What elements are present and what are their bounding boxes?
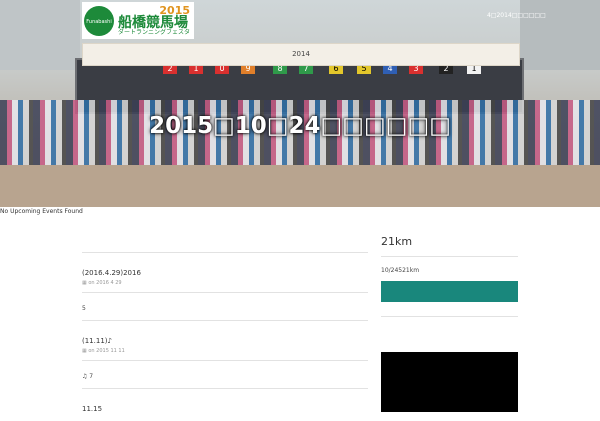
list-item: (11.11)♪ ▦ on 2015 11 11 ♫ 7 xyxy=(82,320,368,388)
post-date: on 2016 4 29 xyxy=(88,280,122,286)
widget-action-button[interactable] xyxy=(381,281,518,302)
site-logo[interactable]: Funabashi Race 2015 船橋競馬場 ダートランニングフェスタ xyxy=(82,2,194,56)
hero-title: 2015□10□24□□□□□□ xyxy=(149,113,451,139)
post-title[interactable]: 11.15 xyxy=(82,405,368,413)
widget-text: 10/24521km xyxy=(381,267,420,274)
divider xyxy=(381,316,518,317)
dirt-track xyxy=(0,165,600,207)
post-title[interactable]: (11.11)♪ xyxy=(82,337,368,345)
logo-title: 船橋競馬場 xyxy=(118,15,188,31)
post-excerpt: ♫ 7 xyxy=(82,373,94,380)
events-empty-message: No Upcoming Events Found xyxy=(0,208,83,215)
post-title[interactable]: (2016.4.29)2016 xyxy=(82,269,368,277)
calendar-icon: ▦ xyxy=(82,348,87,354)
post-meta: ▦ on 2015 11 11 xyxy=(82,348,368,354)
sidebar: 21km 10/24521km xyxy=(381,235,518,412)
main-menu-bar[interactable]: 2014 xyxy=(82,43,520,66)
list-item: (2016.4.29)2016 ▦ on 2016 4 29 5 xyxy=(82,252,368,320)
calendar-icon: ▦ xyxy=(82,280,87,286)
list-item: 11.15 xyxy=(82,388,368,421)
post-excerpt-wrap: 5 xyxy=(82,292,368,312)
background-building xyxy=(520,0,600,70)
post-list: (2016.4.29)2016 ▦ on 2016 4 29 5 (11.11)… xyxy=(82,252,368,421)
top-nav-link[interactable]: 4□2014□□□□□□ xyxy=(487,12,546,19)
background-building xyxy=(0,0,80,70)
post-excerpt: 5 xyxy=(82,305,86,312)
logo-text: 2015 船橋競馬場 ダートランニングフェスタ xyxy=(118,5,190,36)
widget-video-box[interactable] xyxy=(381,352,518,412)
post-excerpt-wrap: ♫ 7 xyxy=(82,360,368,380)
menu-item-2014[interactable]: 2014 xyxy=(292,50,310,58)
hero-banner: 2 1 0 9 8 7 6 5 4 3 2 1 Funabashi Race 2… xyxy=(0,0,600,207)
logo-subtitle: ダートランニングフェスタ xyxy=(118,29,191,36)
logo-emblem-icon: Funabashi Race xyxy=(84,5,114,56)
post-date: on 2015 11 11 xyxy=(88,348,125,354)
widget-title: 21km xyxy=(381,235,518,257)
post-meta: ▦ on 2016 4 29 xyxy=(82,280,368,286)
